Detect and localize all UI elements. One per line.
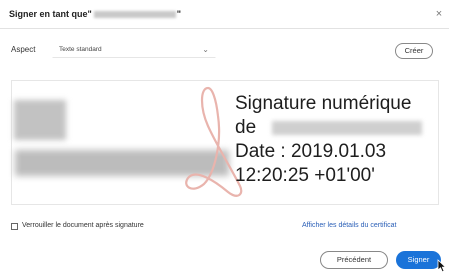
redacted-signer-name (93, 10, 176, 18)
appearance-select[interactable]: Texte standard ⌄ (52, 39, 216, 58)
dialog-title-suffix: " (176, 9, 182, 19)
header-divider (0, 28, 449, 29)
signature-line-name: de (235, 117, 423, 139)
mouse-pointer-icon (437, 259, 447, 273)
previous-button[interactable]: Précédent (320, 251, 388, 269)
appearance-label: Aspect (11, 45, 36, 54)
redacted-name (272, 121, 423, 135)
dialog-title: Signer en tant que" " (9, 9, 181, 19)
dialog-title-prefix: Signer en tant que" (9, 9, 92, 19)
signature-line-time: 12:20:25 +01'00' (235, 165, 375, 186)
lock-document-label[interactable]: Verrouiller le document après signature (22, 222, 144, 229)
appearance-selected-value: Texte standard (59, 46, 102, 53)
certificate-details-link[interactable]: Afficher les détails du certificat (302, 222, 396, 229)
sign-button[interactable]: Signer (396, 251, 441, 269)
create-button[interactable]: Créer (395, 43, 433, 59)
lock-document-checkbox[interactable] (11, 223, 18, 230)
redacted-signature-image (14, 100, 66, 140)
sign-dialog: Signer en tant que" " × Aspect Texte sta… (0, 0, 449, 276)
close-icon[interactable]: × (433, 8, 445, 20)
signature-line-name-prefix: de (235, 117, 257, 138)
chevron-down-icon: ⌄ (202, 45, 209, 54)
signature-line-title: Signature numérique (235, 93, 412, 114)
signature-line-date: Date : 2019.01.03 (235, 141, 387, 162)
